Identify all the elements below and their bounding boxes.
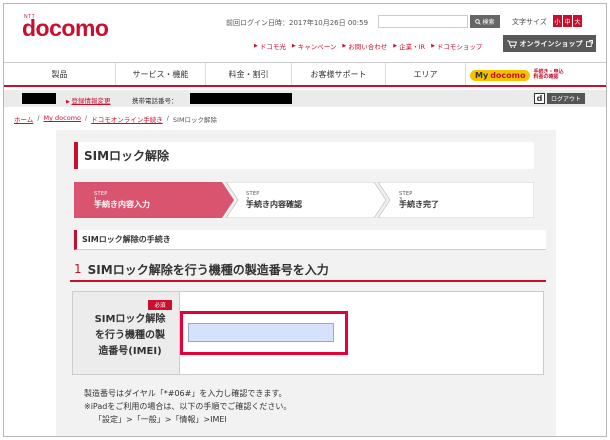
imei-field-label-cell: 必須 SIMロック解除 を行う機種の製 造番号(IMEI)	[73, 292, 180, 374]
search-input[interactable]	[378, 15, 468, 28]
online-shop-label: オンラインショップ	[519, 39, 583, 48]
imei-help-notes: 製造番号はダイヤル「*#06#」を入力し確認できます。 ※iPadをご利用の場合…	[84, 388, 291, 426]
imei-label-line: を行う機種の製	[95, 330, 165, 341]
top-link-ir[interactable]: ▶ 企業・IR	[393, 41, 425, 51]
breadcrumb-online-procedures[interactable]: ドコモオンライン手続き	[91, 114, 163, 124]
mydocomo-subtext: 手続き・申込 料金の確認	[533, 69, 563, 81]
logo-docomo-text: docomo	[22, 15, 109, 41]
nav-item-products[interactable]: 製品	[4, 63, 116, 85]
top-link-label: キャンペーン	[297, 43, 337, 51]
question-title: SIMロック解除を行う機種の製造番号を入力	[87, 262, 329, 277]
last-login-label: 前回ログイン日時：	[226, 19, 289, 27]
section-heading: SIMロック解除の手続き	[74, 230, 546, 250]
arrow-right-icon: ▶	[393, 43, 398, 49]
search-button[interactable]: 検索	[470, 15, 500, 28]
top-links: ▶ ドコモ光 ▶ キャンペーン ▶ お問い合わせ ▶ 企業・IR ▶ ドコモショップ	[254, 41, 482, 51]
imei-field-label: SIMロック解除 を行う機種の製 造番号(IMEI)	[85, 312, 175, 360]
mydocomo-word: docomo	[490, 70, 526, 80]
nav-item-pricing[interactable]: 料金・割引	[206, 63, 292, 85]
arrow-right-icon: ▶	[254, 43, 258, 49]
imei-input[interactable]	[188, 323, 334, 342]
step-indicator: STEP 1 手続き内容入力 STEP 2 手続き内容確認 STEP 3 手続き…	[74, 182, 534, 218]
mydocomo-sub2: 料金の確認	[533, 74, 559, 80]
external-link-icon	[585, 40, 593, 47]
font-size-label: 文字サイズ	[512, 18, 547, 26]
cart-icon	[506, 39, 517, 48]
arrow-right-icon: ▶	[291, 43, 296, 49]
top-link-label: ドコモショップ	[436, 43, 483, 51]
mydocomo-logo: My docomo	[470, 69, 531, 81]
help-note: 「設定」>「一般」>「情報」>IMEI	[94, 414, 227, 424]
top-link-shop[interactable]: ▶ ドコモショップ	[431, 41, 482, 51]
top-link-campaign[interactable]: ▶ キャンペーン	[292, 41, 337, 51]
breadcrumb-separator: /	[85, 114, 88, 122]
breadcrumb-separator: /	[166, 114, 169, 122]
step-1-label: 手続き内容入力	[94, 200, 150, 209]
logout-button[interactable]: ログアウト	[547, 93, 585, 104]
nav-item-services[interactable]: サービス・機能	[116, 63, 206, 85]
top-link-hikari[interactable]: ▶ ドコモ光	[254, 41, 286, 51]
arrow-right-icon: ▶	[342, 43, 347, 49]
redacted-phone-number	[190, 93, 292, 104]
top-link-label: ドコモ光	[259, 43, 286, 51]
step-2-label: 手続き内容確認	[246, 200, 302, 209]
registration-change-label: 登録情報変更	[71, 97, 111, 105]
help-note: ※iPadをご利用の場合は、以下の手順でご確認ください。	[84, 401, 292, 411]
redacted-name	[22, 93, 56, 104]
required-badge: 必須	[148, 300, 172, 310]
registration-change-link[interactable]: ▶ 登録情報変更	[66, 95, 110, 105]
font-size-medium-button[interactable]: 中	[563, 15, 572, 27]
last-login-info: 前回ログイン日時：2017年10月26日 00:59	[226, 18, 368, 28]
nav-item-area[interactable]: エリア	[386, 63, 466, 85]
online-shop-button[interactable]: オンラインショップ	[503, 35, 596, 52]
question-heading: 1 SIMロック解除を行う機種の製造番号を入力	[70, 258, 546, 282]
top-link-label: 企業・IR	[399, 43, 426, 51]
question-number: 1	[74, 262, 82, 276]
phone-number-label: 携帯電話番号：	[132, 97, 178, 105]
imei-label-line: 造番号(IMEI)	[98, 346, 162, 357]
imei-label-line: SIMロック解除	[94, 314, 166, 325]
breadcrumb-home[interactable]: ホーム	[14, 114, 33, 124]
mydocomo-my: My	[475, 70, 489, 80]
browser-viewport: NTT docomo 前回ログイン日時：2017年10月26日 00:59 検索…	[3, 3, 607, 437]
nav-item-mydocomo[interactable]: My docomo 手続き・申込 料金の確認	[470, 66, 602, 84]
top-link-label: お問い合わせ	[348, 43, 388, 51]
font-size-small-button[interactable]: 小	[553, 15, 562, 27]
breadcrumb-current: SIMロック解除	[172, 116, 218, 124]
help-note: 製造番号はダイヤル「*#06#」を入力し確認できます。	[84, 389, 287, 398]
breadcrumb-mydocomo[interactable]: My docomo	[44, 114, 81, 124]
step-3-label: 手続き完了	[399, 200, 439, 209]
search-icon	[475, 18, 482, 25]
d-account-icon: d	[534, 93, 545, 104]
page-title: SIMロック解除	[74, 142, 534, 169]
breadcrumb-separator: /	[37, 114, 40, 122]
font-size-large-button[interactable]: 大	[573, 15, 582, 27]
search-button-label: 検索	[482, 19, 495, 26]
nav-item-support[interactable]: お客様サポート	[292, 63, 386, 85]
top-link-contact[interactable]: ▶ お問い合わせ	[342, 41, 387, 51]
last-login-value: 2017年10月26日 00:59	[289, 19, 369, 27]
arrow-right-icon: ▶	[431, 43, 435, 49]
breadcrumb: ホーム / My docomo / ドコモオンライン手続き / SIMロック解除	[14, 114, 217, 124]
